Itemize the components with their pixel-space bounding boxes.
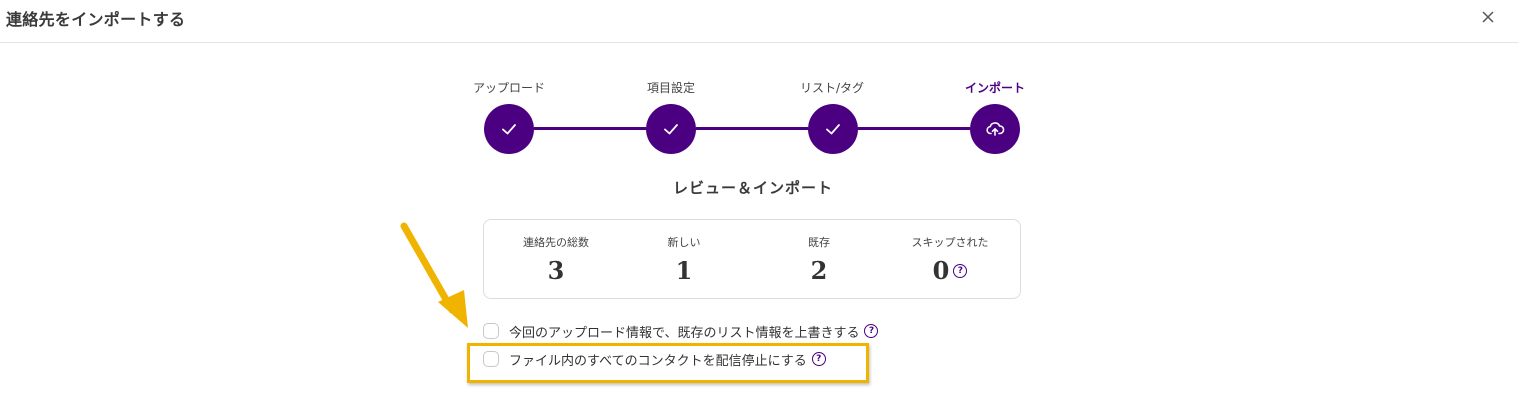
stat-value: 3: [547, 256, 565, 285]
stat-value: 0: [932, 256, 950, 285]
annotation-arrow-icon: [400, 222, 468, 328]
stat-label: 既存: [808, 236, 830, 249]
check-icon: [664, 124, 678, 135]
step-label-list-tag: リスト/タグ: [799, 81, 865, 95]
check-icon: [502, 124, 516, 135]
option-overwrite-existing: 今回のアップロード情報で、既存のリスト情報を上書きする ?: [483, 320, 879, 342]
stat-existing: 既存 2: [749, 234, 889, 285]
dialog-header: 連絡先をインポートする: [0, 0, 1518, 43]
step-connector: [696, 127, 808, 130]
import-summary-card: 連絡先の総数 3 新しい 1 既存 2 スキップされた 0 ?: [483, 219, 1021, 299]
dialog-title: 連絡先をインポートする: [6, 10, 186, 29]
stat-new: 新しい 1: [614, 234, 754, 285]
step-circle-import: [970, 104, 1020, 154]
stat-value: 2: [810, 256, 828, 285]
step-label-upload: アップロード: [472, 81, 545, 95]
check-icon: [826, 124, 840, 135]
step-circle-field-settings: [646, 104, 696, 154]
overwrite-label: 今回のアップロード情報で、既存のリスト情報を上書きする: [509, 325, 860, 341]
step-connector: [534, 127, 646, 130]
step-label-import: インポート: [964, 81, 1025, 95]
step-circle-list-tag: [808, 104, 858, 154]
help-icon[interactable]: ?: [864, 324, 879, 338]
review-title: レビュー＆インポート: [672, 179, 833, 197]
step-circle-upload: [484, 104, 534, 154]
stat-total-contacts: 連絡先の総数 3: [486, 234, 626, 285]
step-connector: [858, 127, 970, 130]
cloud-upload-icon: [986, 122, 1005, 136]
help-icon[interactable]: ?: [953, 263, 968, 278]
stat-label: 連絡先の総数: [523, 236, 589, 249]
close-icon[interactable]: [1478, 7, 1498, 27]
overwrite-checkbox[interactable]: [483, 323, 499, 339]
step-label-field-settings: 項目設定: [646, 81, 695, 95]
stat-label: スキップされた: [911, 236, 989, 249]
stat-value: 1: [675, 256, 693, 285]
annotation-highlight-box: [467, 343, 869, 383]
stat-label: 新しい: [667, 236, 701, 249]
stat-skipped: スキップされた 0 ?: [880, 234, 1020, 285]
